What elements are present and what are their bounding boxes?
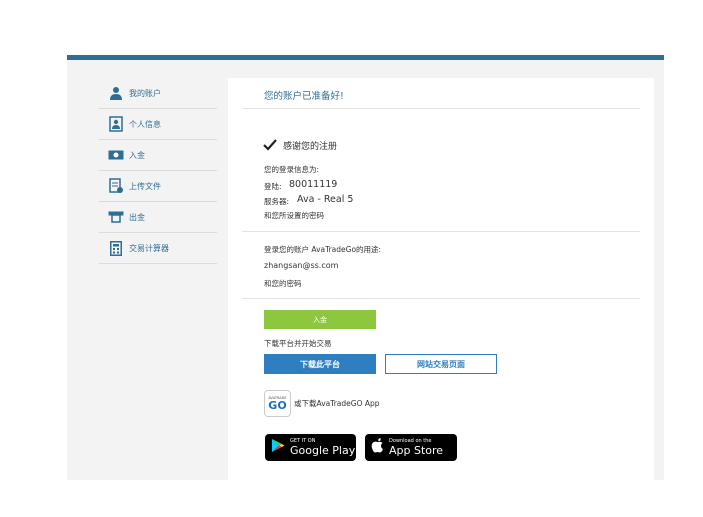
sidebar-item-label: 出金 xyxy=(129,212,145,222)
app-store-button[interactable]: Download on the App Store xyxy=(365,434,457,461)
sidebar-item-label: 入金 xyxy=(129,150,145,160)
app-store-label: App Store xyxy=(389,444,444,457)
divider xyxy=(242,231,640,232)
password-note-2: 和您的密码 xyxy=(264,279,302,288)
password-note: 和您所设置的密码 xyxy=(264,211,324,220)
server-value: Ava - Real 5 xyxy=(297,194,354,205)
sidebar-item-upload-documents[interactable]: 上传文件 xyxy=(99,171,217,202)
thanks-row: 感谢您的注册 xyxy=(263,136,337,155)
sidebar-item-label: 上传文件 xyxy=(129,181,161,191)
login-label: 登陆: xyxy=(264,182,282,191)
sidebar-item-deposit[interactable]: 入金 xyxy=(99,140,217,171)
calculator-icon xyxy=(107,239,125,257)
login-info-title: 您的登录信息为: xyxy=(264,165,320,174)
avatradego-logo: AVATRADE GO xyxy=(264,390,291,417)
sidebar-item-trading-calculator[interactable]: 交易计算器 xyxy=(99,233,217,264)
google-play-icon xyxy=(271,438,285,457)
divider xyxy=(242,108,640,109)
sidebar-item-personal-info[interactable]: 个人信息 xyxy=(99,109,217,140)
apple-icon xyxy=(371,438,384,457)
webtrader-button[interactable]: 网站交易页面 xyxy=(385,354,497,374)
sidebar-item-label: 我的账户 xyxy=(129,88,161,98)
deposit-button[interactable]: 入金 xyxy=(264,310,376,329)
server-label: 服务器: xyxy=(264,197,290,206)
sidebar-item-my-account[interactable]: 我的账户 xyxy=(99,78,217,109)
cash-icon xyxy=(107,146,125,164)
upload-document-icon xyxy=(107,177,125,195)
sidebar-item-label: 个人信息 xyxy=(129,119,161,129)
app-login-title: 登录您的账户 AvaTradeGo的用途: xyxy=(264,245,382,254)
sidebar-item-label: 交易计算器 xyxy=(129,243,169,253)
google-play-label: Google Play xyxy=(290,444,356,457)
id-card-icon xyxy=(107,115,125,133)
email-value: zhangsan@ss.com xyxy=(264,261,339,270)
page-title: 您的账户已准备好! xyxy=(264,91,344,102)
main-panel: 您的账户已准备好! 感谢您的注册 您的登录信息为: 登陆: 80011119 服… xyxy=(228,78,654,480)
checkmark-icon xyxy=(263,136,277,155)
app-download-text: 或下载AvaTradeGO App xyxy=(294,399,380,408)
thanks-text: 感谢您的注册 xyxy=(283,142,338,152)
withdraw-icon xyxy=(107,208,125,226)
divider xyxy=(242,298,640,299)
sidebar-item-withdraw[interactable]: 出金 xyxy=(99,202,217,233)
sidebar: 我的账户 个人信息 入金 上传文件 出金 交易计算器 xyxy=(99,78,217,264)
google-play-button[interactable]: GET IT ON Google Play xyxy=(265,434,356,461)
download-platform-button[interactable]: 下载此平台 xyxy=(264,354,376,374)
download-prompt: 下载平台并开始交易 xyxy=(264,339,332,348)
login-value: 80011119 xyxy=(289,179,338,190)
user-icon xyxy=(107,84,125,102)
